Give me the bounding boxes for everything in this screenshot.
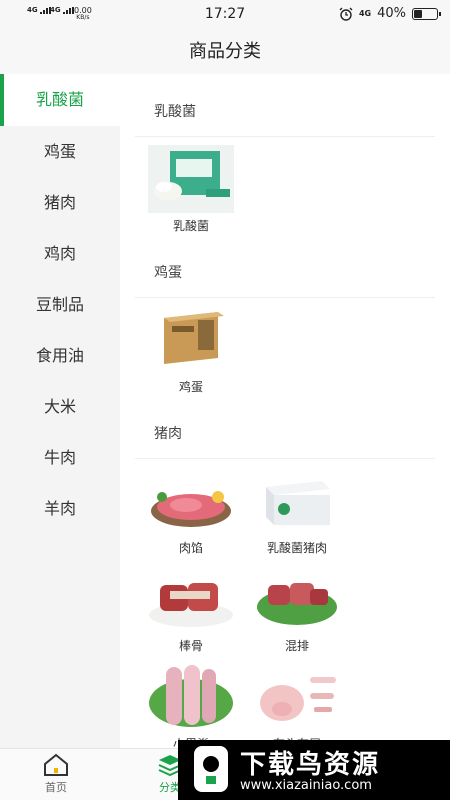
sidebar-item-lactobacillus[interactable]: 乳酸菌 (0, 74, 120, 126)
product-card[interactable]: 小里脊 (138, 655, 244, 748)
product-name: 鸡蛋 (178, 380, 203, 394)
product-grid: 鸡蛋 (120, 298, 450, 396)
product-image-tenderloin (148, 663, 234, 731)
product-image-lactobacillus-pork (254, 467, 340, 535)
battery-fill (414, 9, 423, 18)
battery-icon (412, 7, 441, 20)
sidebar-item-tofu[interactable]: 豆制品 (0, 279, 120, 330)
network-right-label: 4G (358, 9, 372, 18)
section-title: 乳酸菌 (135, 74, 435, 137)
tab-home[interactable]: 首页 (26, 753, 86, 795)
product-card[interactable]: 肉馅 (138, 459, 244, 557)
product-grid: 肉馅 乳酸菌猪肉 棒骨 混排 (120, 459, 450, 748)
product-image-head-and-tail (254, 663, 340, 731)
sidebar-item-cooking-oil[interactable]: 食用油 (0, 330, 120, 381)
product-image-lactobacillus (148, 145, 234, 213)
product-name: 棒骨 (178, 639, 203, 653)
sidebar-item-mutton[interactable]: 羊肉 (0, 483, 120, 534)
product-grid: 乳酸菌 (120, 137, 450, 235)
sidebar-item-pork[interactable]: 猪肉 (0, 177, 120, 228)
page-title: 商品分类 (0, 30, 450, 74)
status-bar: 4G 4G 0.00 KB/s 17:27 4G 40% (0, 0, 450, 30)
sidebar-item-eggs[interactable]: 鸡蛋 (0, 126, 120, 177)
sidebar-item-beef[interactable]: 牛肉 (0, 432, 120, 483)
sidebar-item-rice[interactable]: 大米 (0, 381, 120, 432)
home-icon (43, 753, 69, 777)
product-card[interactable]: 乳酸菌 (138, 137, 244, 235)
product-name: 乳酸菌猪肉 (266, 541, 327, 555)
watermark-url: www.xiazainiao.com (240, 778, 372, 793)
product-name: 肉馅 (178, 541, 203, 555)
product-image-bone (148, 565, 234, 633)
product-image-ribs (254, 565, 340, 633)
product-card[interactable]: 棒骨 (138, 557, 244, 655)
section-title: 鸡蛋 (135, 235, 435, 298)
tab-home-label: 首页 (45, 781, 67, 794)
product-name: 混排 (284, 639, 309, 653)
product-card[interactable]: 乳酸菌猪肉 (244, 459, 350, 557)
product-name: 乳酸菌 (172, 219, 209, 233)
product-card[interactable]: 鸡蛋 (138, 298, 244, 396)
product-card[interactable]: 混排 (244, 557, 350, 655)
product-image-minced-pork (148, 467, 234, 535)
alarm-icon (339, 7, 353, 21)
product-list: 乳酸菌 乳酸菌 鸡蛋 鸡蛋 猪肉 肉馅 乳酸菌猪肉 棒骨 混排 (120, 74, 450, 748)
status-right: 4G 40% (339, 6, 441, 21)
product-card[interactable]: 有头有尾 (244, 655, 350, 748)
product-image-eggs (148, 306, 234, 374)
watermark-banner: 下载鸟资源 www.xiazainiao.com (178, 740, 450, 800)
battery-percent: 40% (377, 6, 406, 21)
category-sidebar: 乳酸菌 鸡蛋 猪肉 鸡肉 豆制品 食用油 大米 牛肉 羊肉 (0, 74, 120, 748)
watermark-title: 下载鸟资源 (240, 750, 381, 780)
section-title: 猪肉 (135, 396, 435, 459)
sidebar-item-chicken[interactable]: 鸡肉 (0, 228, 120, 279)
